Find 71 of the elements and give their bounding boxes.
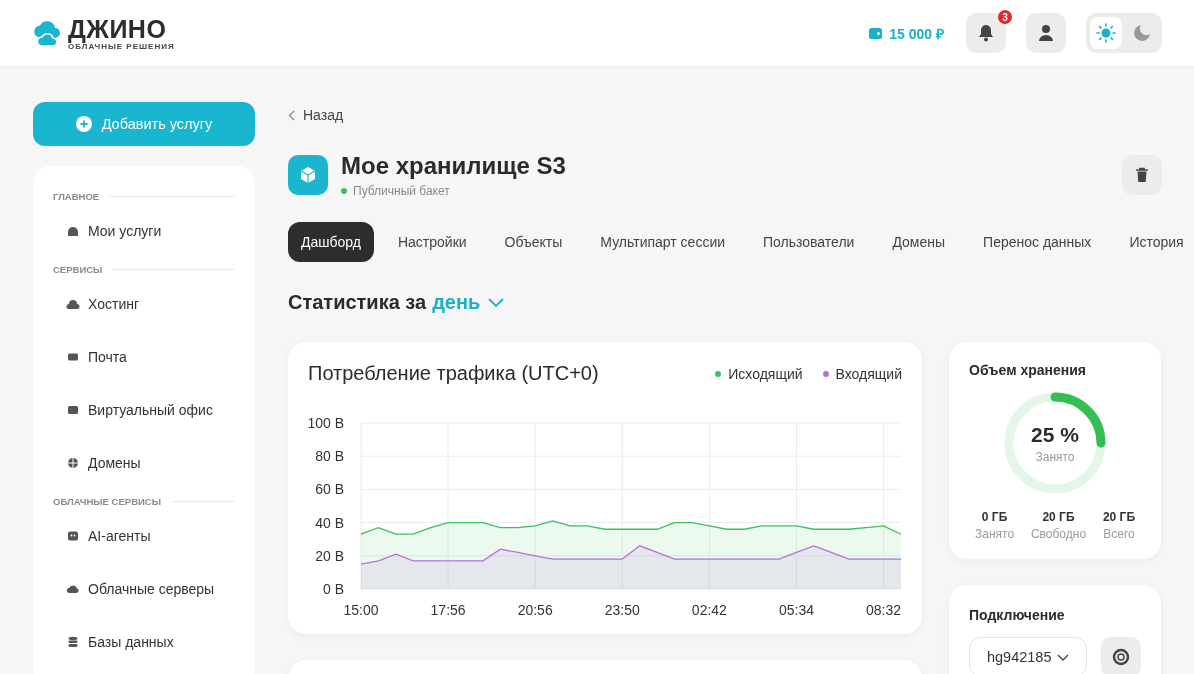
stats-heading: Статистика за <box>288 290 427 314</box>
sidebar-item[interactable]: Облачные серверы <box>53 562 235 615</box>
bell-icon <box>978 24 994 42</box>
axis-label: 0 B <box>323 581 344 597</box>
axis-label: 20 B <box>315 547 344 564</box>
chevron-down-icon <box>488 297 505 307</box>
sidebar-item[interactable]: Хостинг <box>53 277 235 330</box>
axis-label: 17:56 <box>430 602 466 618</box>
card-title: Подключение <box>969 607 1066 623</box>
logo-name: ДЖИНО <box>68 15 168 42</box>
figure-value: 20 ГБ <box>1102 510 1135 524</box>
section-title: ГЛАВНОЕ <box>53 188 235 204</box>
figure-label: Занято <box>975 527 1015 541</box>
legend-item: Входящий <box>822 365 902 382</box>
figure-label: Всего <box>1103 527 1135 541</box>
usage-caption: Занято <box>1035 449 1075 464</box>
bucket-status: Публичный бакет <box>341 184 566 198</box>
figure-label: Свободно <box>1030 527 1087 541</box>
axis-label: 40 B <box>315 514 344 531</box>
light-theme-button[interactable] <box>1090 17 1122 49</box>
tab[interactable]: Мультипарт сессии <box>582 222 744 262</box>
axis-label: 02:42 <box>691 602 727 618</box>
sidebar-item[interactable]: AI-агенты <box>53 509 235 562</box>
trash-icon <box>1135 167 1149 183</box>
chevron-left-icon <box>288 109 295 121</box>
legend-item: Исходящий <box>715 365 803 382</box>
delete-button[interactable] <box>1122 155 1162 195</box>
axis-label: 100 B <box>308 415 344 431</box>
key-select[interactable]: hg942185 <box>969 637 1088 674</box>
card-title: Объем хранения <box>969 362 1087 378</box>
axis-label: 80 B <box>315 448 344 465</box>
sun-icon <box>1096 23 1116 43</box>
axis-label: 08:32 <box>866 602 902 618</box>
sidebar-item[interactable]: Виртуальный офис <box>53 383 235 436</box>
tab[interactable]: Настройки <box>379 222 485 262</box>
profile-button[interactable] <box>1026 13 1066 53</box>
axis-label: 23:50 <box>604 602 640 618</box>
figure-value: 20 ГБ <box>1042 510 1075 524</box>
axis-label: 05:34 <box>778 602 814 618</box>
plus-icon <box>75 116 92 132</box>
bucket-icon <box>288 155 328 195</box>
notification-badge: 3 <box>998 10 1012 24</box>
wallet-icon <box>869 27 883 39</box>
page-title: Мое хранилище S3 <box>341 152 566 180</box>
chart-title: Потребление трафика (UTC+0) <box>308 362 599 385</box>
tab[interactable]: Домены <box>874 222 964 262</box>
database-icon <box>66 634 80 649</box>
sidebar-item[interactable]: Домены <box>53 436 235 489</box>
axis-label: 20:56 <box>517 602 553 618</box>
axis-label: 15:00 <box>343 602 379 618</box>
domains-icon <box>66 455 80 470</box>
section-title: СЕРВИСЫ <box>53 261 235 277</box>
chevron-down-icon <box>1057 653 1070 661</box>
back-link[interactable]: Назад <box>288 102 1162 128</box>
figure-value: 0 ГБ <box>981 510 1008 524</box>
sidebar-item[interactable]: Базы данных <box>53 615 235 668</box>
notifications-button[interactable] <box>966 13 1006 53</box>
support-button[interactable] <box>1101 637 1141 674</box>
cloud-logo-icon <box>32 19 62 47</box>
tab[interactable]: Пользователи <box>745 222 873 262</box>
tab[interactable]: Объекты <box>486 222 581 262</box>
user-icon <box>1038 24 1054 42</box>
section-title: ОБЛАЧНЫЕ СЕРВИСЫ <box>53 493 235 509</box>
sidebar-item[interactable]: Мои услуги <box>53 204 235 257</box>
moon-icon <box>1132 23 1152 43</box>
usage-percent: 25 % <box>1031 422 1079 447</box>
tab[interactable]: Перенос данных <box>965 222 1110 262</box>
axis-label: 60 B <box>315 481 344 498</box>
sidebar-item[interactable]: Почта <box>53 330 235 383</box>
tab[interactable]: Дашборд <box>288 222 374 262</box>
tab[interactable]: История <box>1111 222 1194 262</box>
